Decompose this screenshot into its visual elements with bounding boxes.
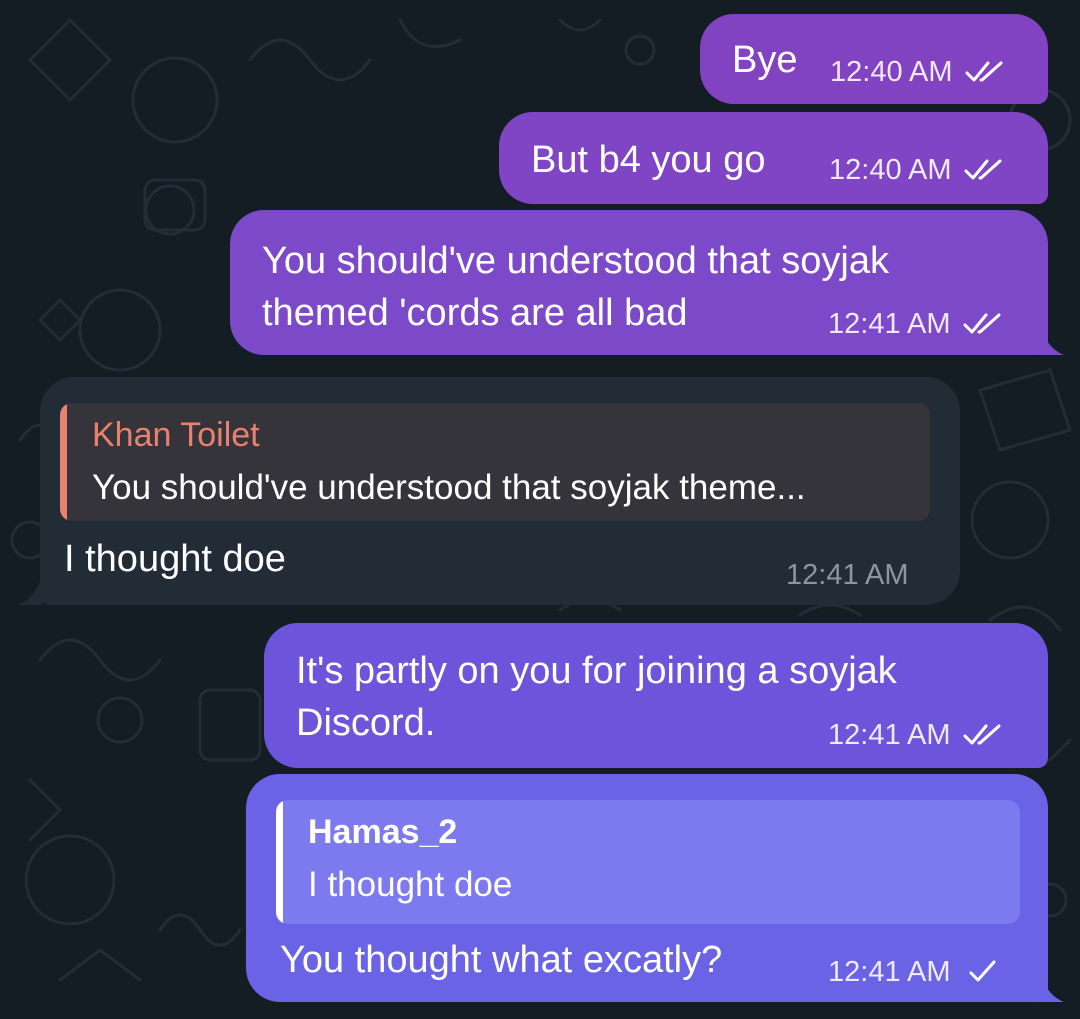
message-bubble-incoming[interactable]: Khan Toilet You should've understood tha… [40, 377, 960, 605]
message-bubble-outgoing[interactable]: Hamas_2 I thought doe You thought what e… [246, 774, 1048, 1002]
bubble-tail [1040, 327, 1064, 355]
message-meta: 12:41 AM [828, 956, 1003, 988]
reply-text: I thought doe [308, 865, 513, 904]
message-text: But b4 you go [531, 139, 766, 181]
message-bubble-outgoing[interactable]: You should've understood that soyjak the… [230, 210, 1048, 355]
message-meta: 12:41 AM [828, 719, 1003, 751]
message-time: 12:41 AM [828, 956, 951, 988]
reply-quote-accent [276, 800, 283, 924]
message-text: Bye [732, 39, 798, 81]
double-check-icon [963, 724, 1001, 745]
double-check-icon [965, 61, 1003, 82]
reply-author: Hamas_2 [308, 813, 458, 851]
message-meta: 12:40 AM [829, 154, 1004, 186]
reply-author: Khan Toilet [92, 416, 260, 454]
bubble-tail [18, 577, 42, 605]
message-time: 12:41 AM [828, 308, 951, 340]
single-check-icon [969, 960, 996, 982]
message-time: 12:40 AM [829, 154, 952, 186]
message-bubble-outgoing[interactable]: Bye 12:40 AM [700, 14, 1048, 104]
message-bubble-outgoing[interactable]: It's partly on you for joining a soyjak … [264, 623, 1048, 768]
message-text: You should've understood that soyjak the… [262, 240, 889, 334]
reply-text: You should've understood that soyjak the… [92, 468, 806, 507]
message-text: You thought what excatly? [280, 939, 723, 981]
double-check-icon [963, 313, 1001, 334]
reply-quote[interactable]: Hamas_2 I thought doe [276, 800, 1020, 924]
double-check-icon [964, 159, 1002, 180]
message-meta: 12:40 AM [830, 56, 1005, 88]
message-bubble-outgoing[interactable]: But b4 you go 12:40 AM [499, 112, 1048, 204]
message-time: 12:41 AM [786, 559, 909, 591]
reply-quote-accent [60, 403, 67, 521]
message-text: It's partly on you for joining a soyjak … [296, 650, 897, 744]
message-meta: 12:41 AM [828, 308, 1003, 340]
bubble-tail [1040, 974, 1064, 1002]
reply-quote[interactable]: Khan Toilet You should've understood tha… [60, 403, 930, 521]
message-text: I thought doe [64, 538, 286, 580]
message-meta: 12:41 AM [786, 559, 909, 591]
message-time: 12:41 AM [828, 719, 951, 751]
message-time: 12:40 AM [830, 56, 953, 88]
